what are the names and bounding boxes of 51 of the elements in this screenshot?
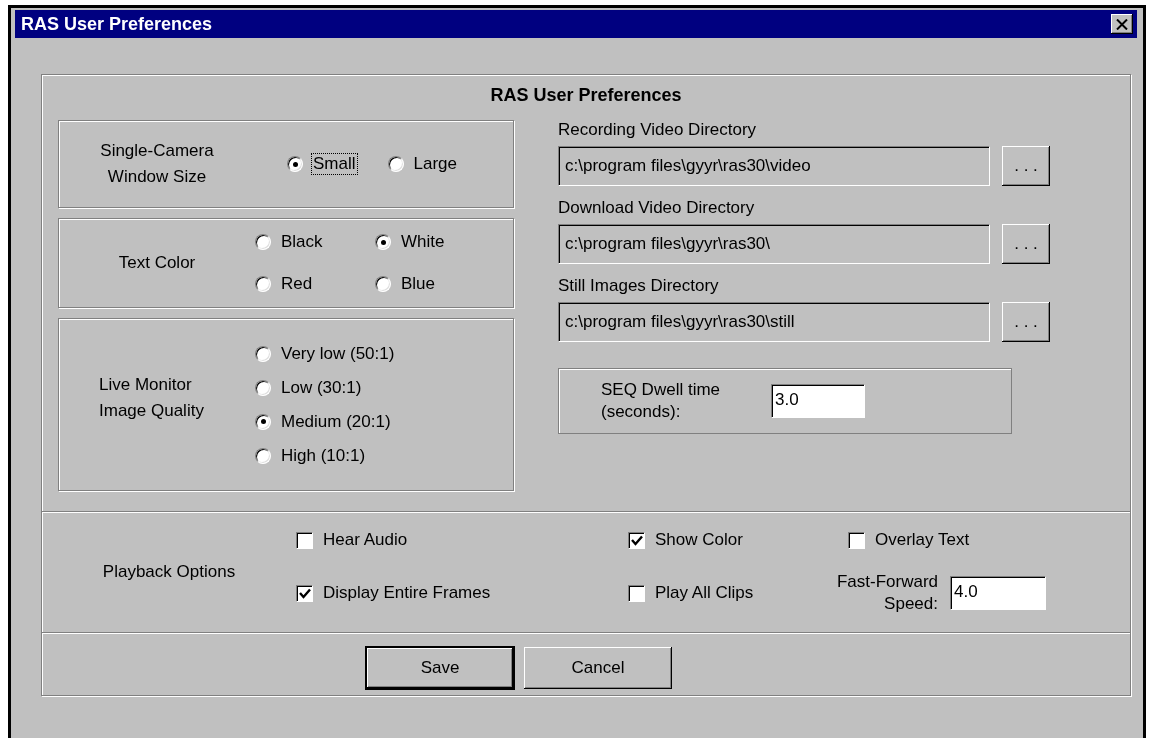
option-label[interactable]: Blue — [399, 273, 438, 295]
checkbox[interactable] — [848, 531, 865, 549]
option-label[interactable]: White — [399, 231, 447, 253]
window-title: RAS User Preferences — [21, 13, 213, 35]
field-label: Still Images Directory — [558, 276, 720, 296]
option-label[interactable]: Hear Audio — [321, 529, 410, 551]
close-button[interactable] — [1111, 14, 1133, 34]
option-label[interactable]: High (10:1) — [279, 444, 368, 467]
radio-button[interactable] — [375, 276, 391, 292]
dialog-button[interactable]: Save — [366, 647, 514, 689]
checkbox[interactable] — [296, 584, 313, 602]
close-icon — [1116, 18, 1128, 30]
option-label[interactable]: Medium (20:1) — [279, 410, 393, 433]
option-label[interactable]: Red — [279, 273, 315, 295]
field-label: Recording Video Directory — [558, 120, 758, 140]
option-label[interactable]: Black — [279, 231, 325, 253]
checkbox[interactable] — [628, 531, 645, 549]
field-label: Fast-Forward Speed: — [835, 571, 938, 615]
option-label[interactable]: Display Entire Frames — [321, 582, 493, 604]
option-label[interactable]: Large — [411, 153, 459, 175]
radio-button[interactable] — [255, 447, 271, 464]
dialog-heading: RAS User Preferences — [489, 85, 683, 106]
option-label[interactable]: Show Color — [653, 529, 745, 551]
radio-button[interactable] — [375, 234, 391, 250]
group-label: Text Color — [117, 252, 197, 274]
dialog-button[interactable]: Cancel — [524, 647, 672, 689]
dwell-time-field[interactable]: 3.0 — [771, 384, 865, 418]
fast-forward-field[interactable]: 4.0 — [950, 576, 1046, 610]
option-label[interactable]: Very low (50:1) — [279, 342, 397, 365]
directory-field[interactable]: c:\program files\gyyr\ras30\still — [558, 302, 990, 342]
radio-button[interactable] — [255, 379, 271, 396]
browse-button[interactable]: . . . — [1002, 146, 1050, 186]
radio-button[interactable] — [255, 234, 271, 250]
radio-button[interactable] — [287, 156, 303, 172]
option-label[interactable]: Low (30:1) — [279, 376, 364, 399]
option-label[interactable]: Overlay Text — [873, 529, 972, 551]
browse-button[interactable]: . . . — [1002, 224, 1050, 264]
group-label: Single-Camera Window Size — [99, 140, 215, 188]
checkbox[interactable] — [628, 584, 645, 602]
radio-button[interactable] — [255, 413, 271, 430]
group-label: Playback Options — [101, 562, 237, 582]
field-label: Download Video Directory — [558, 198, 756, 218]
browse-button[interactable]: . . . — [1002, 302, 1050, 342]
directory-field[interactable]: c:\program files\gyyr\ras30\ — [558, 224, 990, 264]
directory-field[interactable]: c:\program files\gyyr\ras30\video — [558, 146, 990, 186]
radio-button[interactable] — [255, 276, 271, 292]
option-label[interactable]: Play All Clips — [653, 582, 756, 604]
checkbox[interactable] — [296, 531, 313, 549]
field-label: SEQ Dwell time (seconds): — [601, 379, 722, 423]
group-label: Live Monitor Image Quality — [98, 373, 205, 422]
option-label[interactable]: Small — [311, 153, 358, 175]
